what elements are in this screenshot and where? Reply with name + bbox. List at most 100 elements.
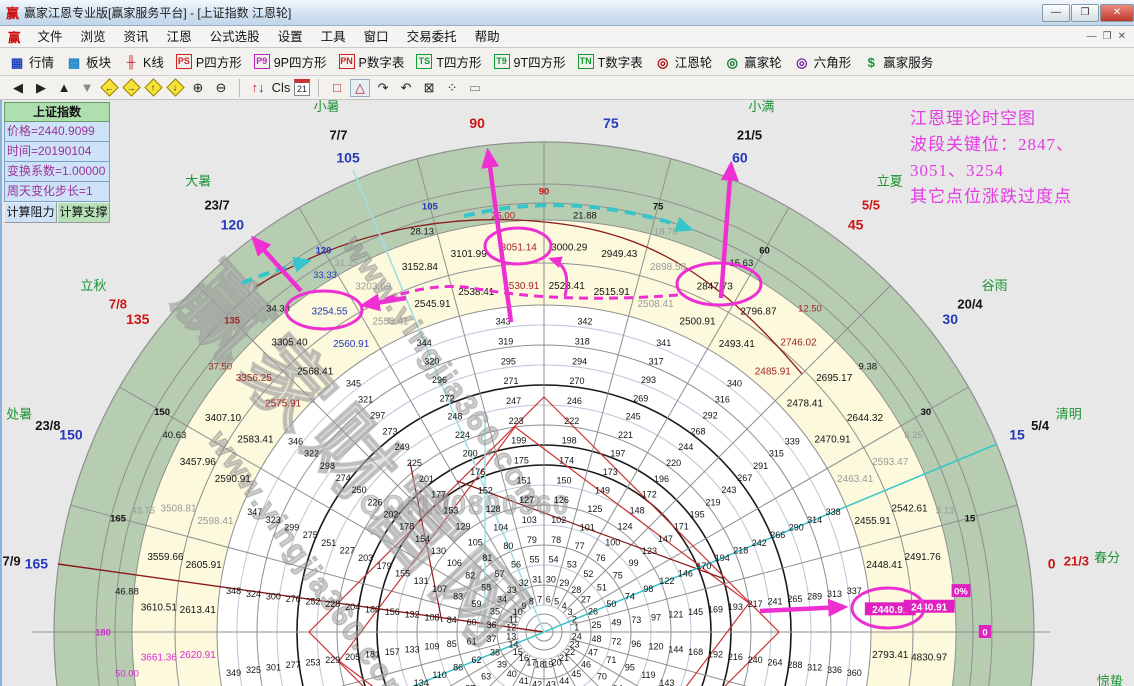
- svg-text:77: 77: [575, 541, 585, 551]
- svg-text:274: 274: [336, 473, 351, 483]
- nav-up-button[interactable]: ▲: [54, 80, 74, 95]
- svg-text:50.00: 50.00: [115, 668, 139, 679]
- menu-news[interactable]: 资讯: [115, 26, 158, 47]
- svg-text:2620.91: 2620.91: [180, 650, 217, 661]
- menu-tools[interactable]: 工具: [312, 26, 355, 47]
- nine-p-square-button[interactable]: P99P四方形: [249, 50, 334, 73]
- nav-down-button[interactable]: ▼: [77, 80, 97, 95]
- svg-text:314: 314: [807, 515, 822, 525]
- svg-text:2898.58: 2898.58: [650, 262, 687, 273]
- t-table-button[interactable]: TNT数字表: [573, 50, 650, 73]
- svg-text:60: 60: [759, 246, 770, 257]
- svg-text:253: 253: [305, 657, 320, 667]
- svg-text:264: 264: [767, 657, 782, 667]
- pan-down-button[interactable]: ↓: [166, 78, 184, 96]
- calc-support-button[interactable]: 计算支撑: [57, 202, 110, 223]
- svg-text:157: 157: [385, 647, 400, 657]
- svg-text:43.75: 43.75: [131, 506, 155, 517]
- p-square-button[interactable]: PSP四方形: [171, 50, 249, 73]
- svg-text:小满: 小满: [748, 100, 774, 114]
- rotate-ccw-button[interactable]: ↶: [396, 80, 416, 96]
- svg-text:318: 318: [575, 337, 590, 347]
- svg-text:222: 222: [564, 416, 579, 426]
- sectors-button[interactable]: ▩板块: [61, 50, 118, 73]
- pan-right-button[interactable]: →: [122, 78, 140, 96]
- svg-text:2793.41: 2793.41: [872, 650, 909, 661]
- svg-text:301: 301: [266, 663, 281, 673]
- calendar-button[interactable]: 21: [294, 79, 310, 96]
- svg-text:58: 58: [481, 583, 491, 593]
- zoom-in-button[interactable]: ⊕: [188, 80, 208, 96]
- restore-button[interactable]: ❐: [1071, 4, 1099, 22]
- mdi-restore-button[interactable]: ❐: [1103, 31, 1112, 42]
- pan-up-button[interactable]: ↑: [144, 78, 162, 96]
- svg-text:45: 45: [571, 669, 581, 679]
- menu-stock-picker[interactable]: 公式选股: [201, 26, 269, 47]
- svg-text:275: 275: [303, 530, 318, 540]
- svg-text:226: 226: [368, 497, 383, 507]
- pan-left-button[interactable]: ←: [100, 78, 118, 96]
- svg-text:2440.91: 2440.91: [872, 605, 909, 616]
- rotate-cw-button[interactable]: ↷: [373, 80, 393, 96]
- svg-text:31.25: 31.25: [335, 258, 359, 269]
- svg-text:2695.17: 2695.17: [816, 373, 853, 384]
- menu-trade[interactable]: 交易委托: [398, 26, 466, 47]
- svg-text:296: 296: [432, 375, 447, 385]
- svg-text:205: 205: [345, 652, 360, 662]
- svg-text:342: 342: [577, 317, 592, 327]
- svg-text:2500.91: 2500.91: [679, 316, 716, 327]
- menu-file[interactable]: 文件: [29, 26, 72, 47]
- svg-text:129: 129: [456, 521, 471, 531]
- kline-button[interactable]: ╫K线: [118, 50, 171, 73]
- svg-text:5/5: 5/5: [862, 197, 880, 212]
- triangle-tool-button[interactable]: △: [350, 79, 370, 97]
- nine-t-square-button[interactable]: T99T四方形: [489, 50, 573, 73]
- clear-region-button[interactable]: ⊠: [419, 80, 439, 96]
- menu-browse[interactable]: 浏览: [72, 26, 115, 47]
- p-table-button[interactable]: PNP数字表: [334, 50, 412, 73]
- winner-wheel-button[interactable]: ◎赢家轮: [719, 50, 789, 73]
- step-row: 周天变化步长=1: [4, 182, 110, 202]
- svg-text:324: 324: [246, 589, 261, 599]
- calc-resistance-button[interactable]: 计算阻力: [4, 202, 57, 223]
- svg-text:2542.61: 2542.61: [891, 503, 928, 514]
- close-button[interactable]: ✕: [1100, 4, 1134, 22]
- t-square-button[interactable]: TST四方形: [411, 50, 488, 73]
- svg-text:7/8: 7/8: [109, 297, 127, 312]
- menu-settings[interactable]: 设置: [269, 26, 312, 47]
- svg-text:204: 204: [345, 602, 360, 612]
- menu-gann[interactable]: 江恩: [158, 26, 201, 47]
- zoom-out-button[interactable]: ⊖: [211, 80, 231, 96]
- svg-text:2644.32: 2644.32: [847, 413, 884, 424]
- cls-button[interactable]: Cls: [271, 80, 291, 95]
- hexagon-button[interactable]: ◎六角形: [789, 50, 859, 73]
- axis-toggle-button[interactable]: ↑↓: [248, 80, 268, 95]
- nav-back-button[interactable]: ◀: [8, 80, 28, 96]
- minimize-button[interactable]: —: [1042, 4, 1070, 22]
- svg-text:4: 4: [562, 601, 567, 611]
- gann-wheel-button[interactable]: ◎江恩轮: [650, 50, 720, 73]
- svg-text:3407.10: 3407.10: [205, 413, 242, 424]
- svg-text:340: 340: [727, 379, 742, 389]
- menu-help[interactable]: 帮助: [466, 26, 509, 47]
- rect-tool-button[interactable]: □: [327, 80, 347, 95]
- center-tool-button[interactable]: ⁘: [442, 80, 462, 96]
- mdi-minimize-button[interactable]: —: [1087, 31, 1097, 42]
- svg-text:2593.47: 2593.47: [872, 457, 909, 468]
- screen-tool-button[interactable]: ▭: [465, 80, 485, 96]
- svg-text:53: 53: [567, 560, 577, 570]
- svg-text:2485.91: 2485.91: [755, 367, 792, 378]
- nav-forward-button[interactable]: ▶: [31, 80, 51, 96]
- svg-text:3254.55: 3254.55: [311, 307, 348, 318]
- menu-window[interactable]: 窗口: [355, 26, 398, 47]
- svg-text:152: 152: [478, 486, 493, 496]
- svg-text:240: 240: [748, 655, 763, 665]
- quotes-button[interactable]: ▦行情: [4, 50, 61, 73]
- mdi-close-button[interactable]: ✕: [1118, 31, 1126, 42]
- svg-text:299: 299: [284, 523, 299, 533]
- down-arrow-icon: ↓: [173, 83, 178, 93]
- winner-service-button[interactable]: $赢家服务: [858, 50, 940, 73]
- svg-text:105: 105: [422, 202, 439, 213]
- svg-text:177: 177: [431, 490, 446, 500]
- svg-text:2448.41: 2448.41: [866, 560, 903, 571]
